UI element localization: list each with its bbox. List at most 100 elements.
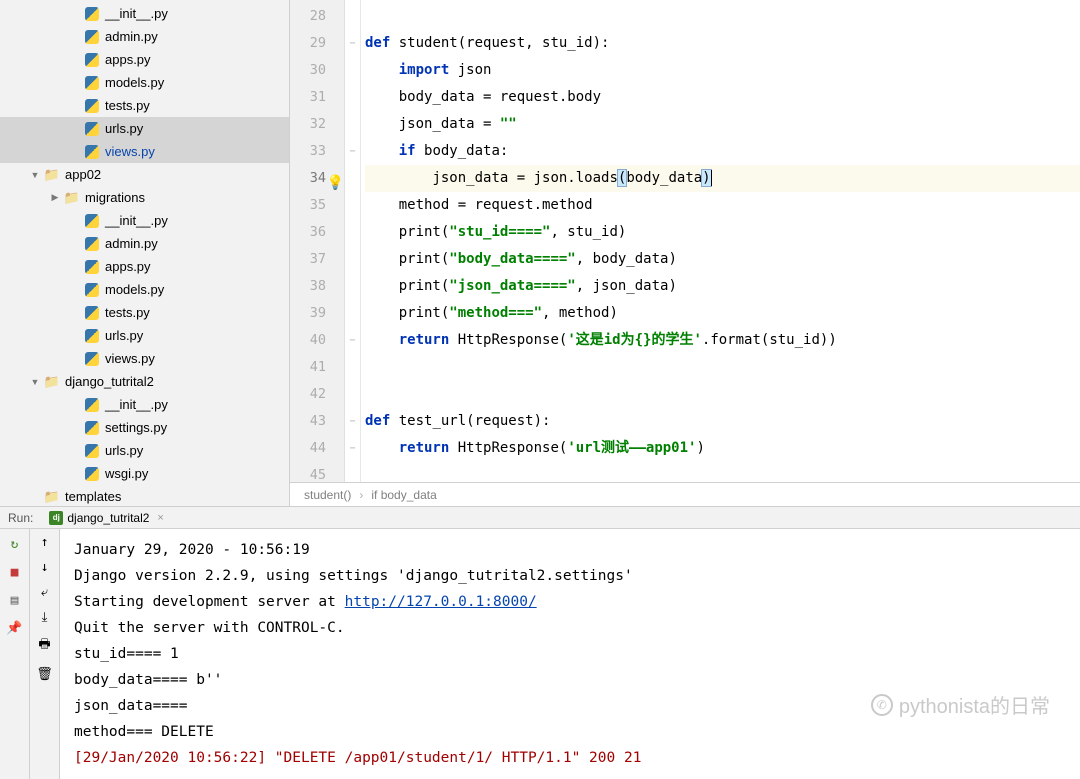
tree-item-views-py[interactable]: views.py (0, 347, 289, 370)
code-line[interactable]: print("body_data====", body_data) (365, 246, 1080, 273)
tree-item-wsgi-py[interactable]: wsgi.py (0, 462, 289, 485)
project-tree[interactable]: __init__.pyadmin.pyapps.pymodels.pytests… (0, 0, 290, 506)
console-output[interactable]: January 29, 2020 - 10:56:19Django versio… (60, 529, 1080, 779)
line-number[interactable]: 39 (290, 300, 326, 327)
print-icon[interactable]: 🖶 (38, 635, 50, 657)
line-number[interactable]: 30 (290, 57, 326, 84)
code-line[interactable]: return HttpResponse('这是id为{}的学生'.format(… (365, 327, 1080, 354)
code-line[interactable]: def test_url(request): (365, 408, 1080, 435)
line-number[interactable]: 31 (290, 84, 326, 111)
code-line[interactable]: print("method===", method) (365, 300, 1080, 327)
line-number[interactable]: 40 (290, 327, 326, 354)
line-number-gutter[interactable]: 28293031323334💡3536373839404142434445 (290, 0, 345, 482)
stop-icon[interactable]: ■ (6, 563, 24, 581)
code-line[interactable] (365, 381, 1080, 408)
tree-item-django_tutrital2[interactable]: ▼django_tutrital2 (0, 370, 289, 393)
breadcrumb[interactable]: student() › if body_data (290, 482, 1080, 506)
tree-item-migrations[interactable]: ▶migrations (0, 186, 289, 209)
down-icon[interactable]: ↓ (41, 560, 49, 575)
line-number[interactable]: 29 (290, 30, 326, 57)
code-line[interactable]: print("json_data====", json_data) (365, 273, 1080, 300)
code-line[interactable] (365, 462, 1080, 482)
python-file-icon (84, 420, 100, 436)
line-number[interactable]: 38 (290, 273, 326, 300)
code-line[interactable]: if body_data: (365, 138, 1080, 165)
tree-arrow-empty (28, 490, 42, 504)
breadcrumb-item[interactable]: if body_data (371, 488, 436, 502)
chevron-down-icon[interactable]: ▼ (28, 375, 42, 389)
line-number[interactable]: 35 (290, 192, 326, 219)
code-line[interactable]: import json (365, 57, 1080, 84)
python-file-icon (84, 98, 100, 114)
code-line[interactable]: json_data = json.loads(body_data) (365, 165, 1080, 192)
code-line[interactable]: return HttpResponse('url测试——app01') (365, 435, 1080, 462)
run-tab[interactable]: dj django_tutrital2 × (43, 511, 170, 525)
fold-empty (345, 111, 360, 138)
tree-item-apps-py[interactable]: apps.py (0, 255, 289, 278)
line-number[interactable]: 43 (290, 408, 326, 435)
line-number[interactable]: 28 (290, 3, 326, 30)
rerun-icon[interactable]: ↻ (6, 535, 24, 553)
line-number[interactable]: 41 (290, 354, 326, 381)
python-file-icon (84, 236, 100, 252)
trash-icon[interactable]: 🗑 (36, 667, 53, 682)
tree-item-admin-py[interactable]: admin.py (0, 232, 289, 255)
intention-bulb-icon[interactable]: 💡 (327, 170, 344, 197)
tree-item-settings-py[interactable]: settings.py (0, 416, 289, 439)
code-line[interactable] (365, 354, 1080, 381)
tree-item-models-py[interactable]: models.py (0, 278, 289, 301)
line-number[interactable]: 34💡 (290, 165, 326, 192)
line-number[interactable]: 33 (290, 138, 326, 165)
pin-icon[interactable]: 📌 (6, 619, 24, 637)
line-number[interactable]: 42 (290, 381, 326, 408)
scroll-end-icon[interactable]: ⤓ (42, 610, 48, 625)
tree-item-tests-py[interactable]: tests.py (0, 94, 289, 117)
tree-item-__init__-py[interactable]: __init__.py (0, 2, 289, 25)
python-file-icon (84, 259, 100, 275)
fold-toggle-icon[interactable]: − (345, 408, 360, 435)
tree-item-__init__-py[interactable]: __init__.py (0, 209, 289, 232)
chevron-down-icon[interactable]: ▼ (28, 168, 42, 182)
soft-wrap-icon[interactable]: ⤶ (41, 585, 48, 600)
fold-toggle-icon[interactable]: − (345, 30, 360, 57)
tree-item-views-py[interactable]: views.py (0, 140, 289, 163)
line-number[interactable]: 45 (290, 462, 326, 482)
line-number[interactable]: 44 (290, 435, 326, 462)
tree-item-templates[interactable]: templates (0, 485, 289, 506)
fold-toggle-icon[interactable]: − (345, 138, 360, 165)
fold-strip[interactable]: −−−−− (345, 0, 361, 482)
chevron-right-icon[interactable]: ▶ (48, 191, 62, 205)
tree-item-admin-py[interactable]: admin.py (0, 25, 289, 48)
tree-item-urls-py[interactable]: urls.py (0, 117, 289, 140)
close-icon[interactable]: × (157, 512, 163, 524)
console-line: stu_id==== 1 (74, 641, 1072, 667)
tree-item-tests-py[interactable]: tests.py (0, 301, 289, 324)
code-editor[interactable]: def student(request, stu_id): import jso… (361, 0, 1080, 482)
tree-item-apps-py[interactable]: apps.py (0, 48, 289, 71)
line-number[interactable]: 37 (290, 246, 326, 273)
code-line[interactable]: print("stu_id====", stu_id) (365, 219, 1080, 246)
code-line[interactable]: json_data = "" (365, 111, 1080, 138)
code-line[interactable]: body_data = request.body (365, 84, 1080, 111)
tree-item-app02[interactable]: ▼app02 (0, 163, 289, 186)
code-line[interactable]: def student(request, stu_id): (365, 30, 1080, 57)
console-line: Quit the server with CONTROL-C. (74, 615, 1072, 641)
line-number[interactable]: 36 (290, 219, 326, 246)
up-icon[interactable]: ↑ (41, 535, 49, 550)
breadcrumb-item[interactable]: student() (304, 488, 351, 502)
tree-item-urls-py[interactable]: urls.py (0, 324, 289, 347)
tree-item-label: __init__.py (105, 397, 168, 412)
console-link[interactable]: http://127.0.0.1:8000/ (345, 594, 537, 610)
fold-toggle-icon[interactable]: − (345, 327, 360, 354)
code-line[interactable] (365, 3, 1080, 30)
tree-item-models-py[interactable]: models.py (0, 71, 289, 94)
code-line[interactable]: method = request.method (365, 192, 1080, 219)
line-number[interactable]: 32 (290, 111, 326, 138)
layout-icon[interactable]: ▤ (6, 591, 24, 609)
tree-item-urls-py[interactable]: urls.py (0, 439, 289, 462)
tree-arrow-empty (68, 145, 82, 159)
tree-item-__init__-py[interactable]: __init__.py (0, 393, 289, 416)
fold-toggle-icon[interactable]: − (345, 435, 360, 462)
editor-panel: 28293031323334💡3536373839404142434445 −−… (290, 0, 1080, 506)
tree-item-label: admin.py (105, 29, 158, 44)
